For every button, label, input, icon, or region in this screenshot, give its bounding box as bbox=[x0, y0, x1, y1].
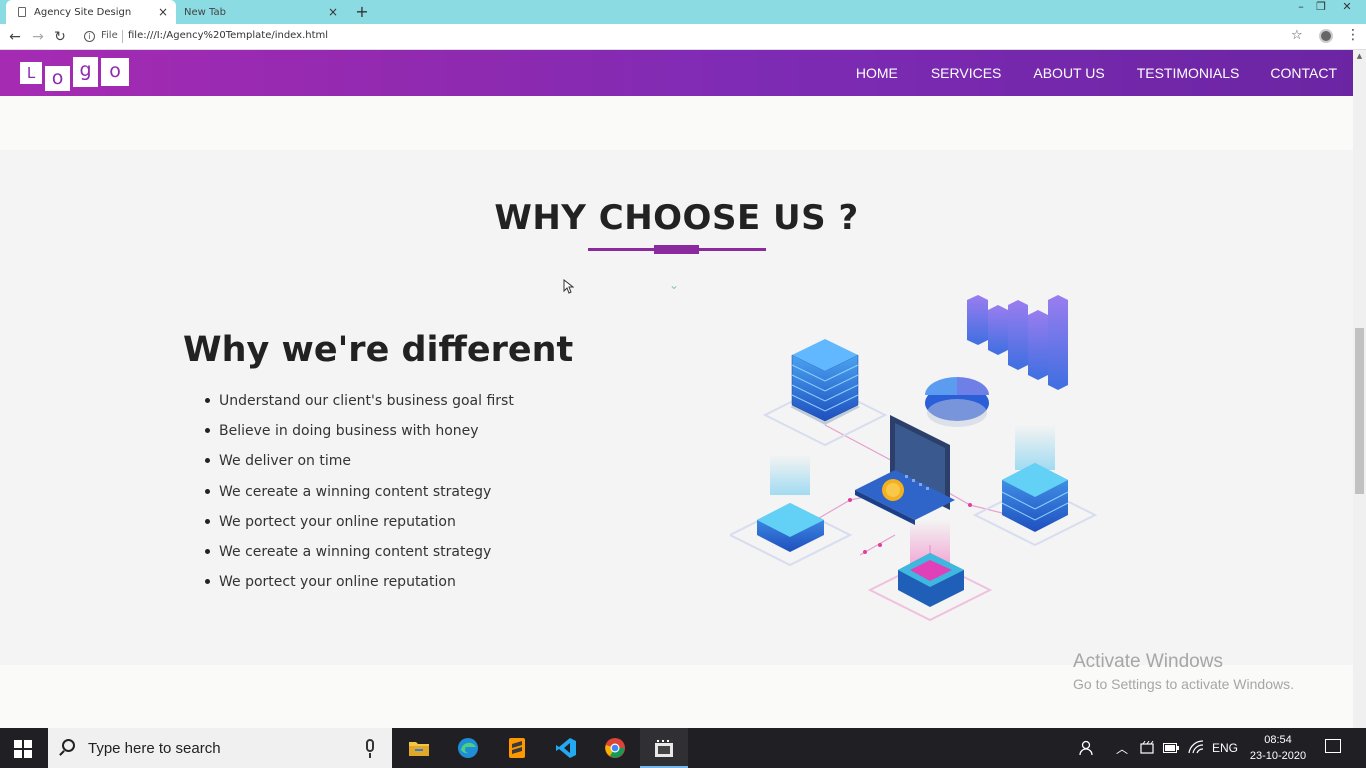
site-header: L o g o HOME SERVICES ABOUT US TESTIMONI… bbox=[0, 50, 1353, 96]
protocol-label: File bbox=[101, 30, 118, 41]
video-capture-icon[interactable] bbox=[1140, 741, 1154, 754]
logo-letter: o bbox=[101, 58, 129, 86]
title-underline-accent bbox=[654, 245, 699, 254]
tab-close-button[interactable]: × bbox=[326, 5, 340, 19]
new-tab-button[interactable]: + bbox=[354, 2, 370, 21]
nav-home[interactable]: HOME bbox=[856, 65, 898, 81]
taskbar-search[interactable]: Type here to search bbox=[48, 728, 392, 768]
battery-icon[interactable] bbox=[1163, 743, 1179, 753]
vscode-icon[interactable] bbox=[542, 728, 590, 768]
minimize-button[interactable]: – bbox=[1290, 0, 1312, 16]
windows-start-icon[interactable] bbox=[14, 740, 32, 758]
tab-new-tab[interactable]: New Tab × bbox=[178, 0, 346, 24]
main-nav: HOME SERVICES ABOUT US TESTIMONIALS CONT… bbox=[856, 65, 1337, 81]
chrome-icon[interactable] bbox=[591, 728, 639, 768]
list-item: We cereate a winning content strategy bbox=[205, 481, 514, 511]
list-item: Believe in doing business with honey bbox=[205, 420, 514, 450]
scrollbar-thumb[interactable] bbox=[1355, 328, 1364, 494]
chevron-up-icon[interactable]: ︿ bbox=[1116, 740, 1128, 768]
address-bar[interactable]: file:///I:/Agency%20Template/index.html bbox=[128, 30, 328, 41]
back-button[interactable]: ← bbox=[7, 28, 23, 46]
section-title: WHY CHOOSE US ? bbox=[494, 198, 859, 238]
activate-windows-title: Activate Windows bbox=[1073, 651, 1223, 672]
list-item: We portect your online reputation bbox=[205, 511, 514, 541]
section-divider bbox=[0, 665, 1353, 728]
logo-letter: L bbox=[20, 62, 42, 84]
tab-title: Agency Site Design bbox=[34, 6, 132, 18]
site-logo[interactable]: L o g o bbox=[20, 57, 129, 91]
page-icon bbox=[18, 7, 26, 17]
browser-toolbar: ← → ↻ i File file:///I:/Agency%20Templat… bbox=[0, 24, 1366, 50]
isometric-network-illustration bbox=[730, 295, 1098, 622]
clock-date: 23-10-2020 bbox=[1249, 750, 1307, 762]
restore-button[interactable]: ❐ bbox=[1310, 0, 1332, 16]
sublime-text-icon[interactable] bbox=[493, 728, 541, 768]
logo-letter: o bbox=[45, 66, 70, 91]
nav-services[interactable]: SERVICES bbox=[931, 65, 1002, 81]
people-icon[interactable] bbox=[1078, 740, 1096, 756]
nav-about-us[interactable]: ABOUT US bbox=[1033, 65, 1104, 81]
mouse-cursor-icon bbox=[563, 279, 574, 294]
forward-button[interactable]: → bbox=[30, 28, 46, 46]
list-item: We cereate a winning content strategy bbox=[205, 541, 514, 571]
file-explorer-icon[interactable] bbox=[395, 728, 443, 768]
search-placeholder: Type here to search bbox=[88, 740, 221, 757]
tab-close-button[interactable]: × bbox=[156, 5, 170, 19]
chevron-down-icon: ⌄ bbox=[669, 278, 680, 292]
activate-windows-subtitle: Go to Settings to activate Windows. bbox=[1073, 676, 1294, 692]
nav-contact[interactable]: CONTACT bbox=[1270, 65, 1337, 81]
language-indicator[interactable]: ENG bbox=[1212, 741, 1238, 768]
notification-center-icon[interactable] bbox=[1325, 739, 1341, 753]
scroll-up-arrow[interactable]: ▲ bbox=[1353, 52, 1366, 60]
profile-icon[interactable] bbox=[1319, 29, 1333, 43]
tab-agency-site-design[interactable]: Agency Site Design × bbox=[6, 0, 176, 24]
microphone-icon[interactable] bbox=[366, 739, 374, 752]
divider bbox=[122, 30, 123, 43]
tab-title: New Tab bbox=[184, 6, 226, 18]
video-editor-icon[interactable] bbox=[640, 728, 688, 768]
features-list: Understand our client's business goal fi… bbox=[205, 390, 514, 601]
logo-letter: g bbox=[73, 57, 98, 87]
bookmark-star-icon[interactable]: ☆ bbox=[1291, 28, 1303, 43]
windows-taskbar: Type here to search ︿ ENG 08:54 23-10-20… bbox=[0, 728, 1366, 768]
close-window-button[interactable]: ✕ bbox=[1336, 0, 1358, 16]
list-item: Understand our client's business goal fi… bbox=[205, 390, 514, 420]
system-clock[interactable]: 08:54 23-10-2020 bbox=[1246, 732, 1310, 764]
clock-time: 08:54 bbox=[1264, 734, 1292, 746]
edge-browser-icon[interactable] bbox=[444, 728, 492, 768]
section-divider bbox=[0, 96, 1353, 150]
list-item: We deliver on time bbox=[205, 450, 514, 480]
subheading: Why we're different bbox=[183, 330, 574, 370]
menu-icon[interactable]: ⋮ bbox=[1346, 27, 1360, 43]
browser-tab-strip: Agency Site Design × New Tab × + – ❐ ✕ bbox=[0, 0, 1366, 24]
wifi-icon[interactable] bbox=[1188, 740, 1204, 754]
list-item: We portect your online reputation bbox=[205, 571, 514, 601]
nav-testimonials[interactable]: TESTIMONIALS bbox=[1137, 65, 1240, 81]
info-icon[interactable]: i bbox=[84, 31, 95, 42]
reload-button[interactable]: ↻ bbox=[52, 28, 68, 46]
